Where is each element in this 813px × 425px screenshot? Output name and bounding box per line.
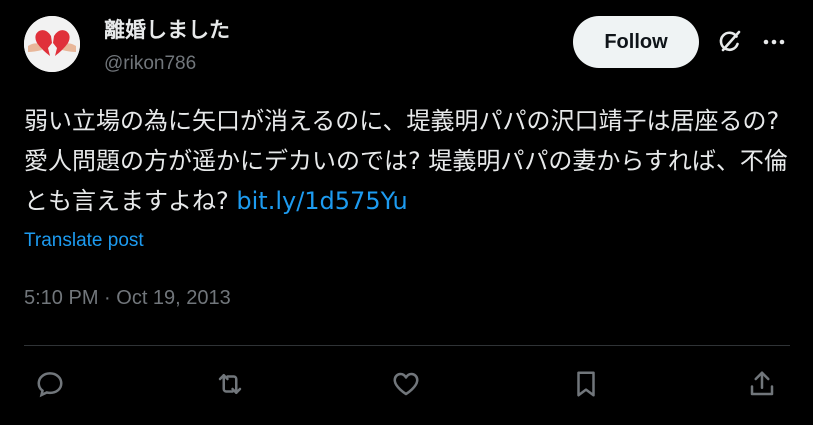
- author-display-name[interactable]: 離婚しました: [104, 16, 230, 44]
- retweet-icon: [218, 374, 242, 394]
- like-button[interactable]: [390, 368, 422, 400]
- tweet-text: 弱い立場の為に矢口が消えるのに、堤義明パパの沢口靖子は居座るの? 愛人問題の方が…: [24, 101, 794, 221]
- follow-button[interactable]: Follow: [573, 16, 699, 68]
- divider: [24, 345, 790, 346]
- author-handle[interactable]: @rikon786: [104, 52, 196, 76]
- grok-icon[interactable]: [716, 28, 744, 56]
- tweet-timestamp[interactable]: 5:10 PM · Oct 19, 2013: [24, 287, 231, 310]
- share-icon: [750, 371, 774, 396]
- more-icon[interactable]: [760, 28, 788, 56]
- bookmark-icon: [577, 371, 595, 397]
- broken-heart-icon: [24, 16, 80, 72]
- translate-post-link[interactable]: Translate post: [24, 230, 144, 252]
- tweet-link[interactable]: bit.ly/1d575Yu: [236, 187, 407, 215]
- reply-icon: [37, 372, 63, 398]
- share-button[interactable]: [746, 368, 778, 400]
- retweet-button[interactable]: [214, 368, 246, 400]
- avatar[interactable]: [24, 16, 80, 72]
- reply-button[interactable]: [34, 368, 66, 400]
- like-icon: [393, 372, 419, 396]
- bookmark-button[interactable]: [570, 368, 602, 400]
